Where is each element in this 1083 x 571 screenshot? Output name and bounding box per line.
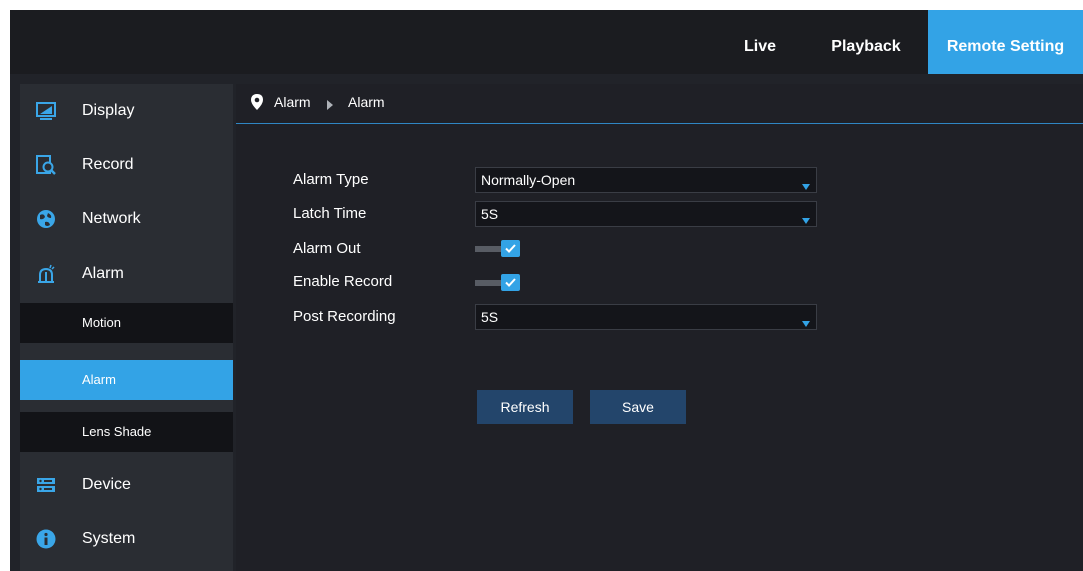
latch-time-value: 5S [481,206,499,222]
sidebar-item-display[interactable]: Display [20,84,233,138]
breadcrumb: Alarm Alarm [236,84,1083,124]
save-button[interactable]: Save [590,390,686,424]
check-icon [501,274,520,291]
location-pin-icon [250,94,264,110]
latch-time-label: Latch Time [293,205,367,222]
caret-down-icon [802,314,810,327]
post-recording-select[interactable]: 5S [475,304,817,330]
breadcrumb-item: Alarm [348,94,385,110]
caret-down-icon [802,211,810,224]
sidebar-item-record[interactable]: Record [20,138,233,192]
sidebar: Display Record Network Alarm Motion Alar… [20,84,233,571]
sidebar-item-label: System [82,530,136,547]
chevron-right-icon [326,97,334,110]
alarm-siren-icon [36,264,56,284]
enable-record-label: Enable Record [293,273,393,290]
sidebar-subitem-lens-shade[interactable]: Lens Shade [20,412,233,452]
tab-playback[interactable]: Playback [816,10,916,74]
alarm-out-toggle[interactable] [475,240,531,258]
sidebar-item-device[interactable]: Device [20,458,233,512]
sidebar-item-alarm[interactable]: Alarm [20,247,233,301]
info-icon [36,529,56,549]
sidebar-subitem-motion[interactable]: Motion [20,303,233,343]
sidebar-subitem-label: Alarm [82,372,116,387]
tab-remote-setting[interactable]: Remote Setting [928,10,1083,74]
sidebar-subitem-label: Motion [82,315,122,330]
top-nav-bar: Live Playback Remote Setting [10,10,1083,74]
post-recording-value: 5S [481,309,499,325]
sidebar-subitem-label: Lens Shade [82,424,152,439]
sidebar-subitem-alarm[interactable]: Alarm [20,360,233,400]
monitor-icon [36,101,56,121]
sidebar-item-label: Network [82,210,141,227]
caret-down-icon [802,177,810,190]
record-search-icon [36,155,56,175]
main-panel: Alarm Alarm Alarm Type Normally-Open Lat… [236,84,1083,571]
check-icon [501,240,520,257]
sidebar-item-network[interactable]: Network [20,192,233,246]
latch-time-select[interactable]: 5S [475,201,817,227]
breadcrumb-item[interactable]: Alarm [274,84,311,120]
enable-record-toggle[interactable] [475,274,531,292]
sidebar-item-system[interactable]: System [20,512,233,566]
globe-icon [36,209,56,229]
sidebar-item-label: Device [82,476,131,493]
sidebar-item-label: Record [82,156,134,173]
alarm-type-value: Normally-Open [481,172,576,188]
tab-live[interactable]: Live [732,10,788,74]
alarm-type-label: Alarm Type [293,171,369,188]
refresh-button[interactable]: Refresh [477,390,573,424]
alarm-out-label: Alarm Out [293,240,361,257]
app-window: Live Playback Remote Setting Display Rec… [10,10,1083,571]
alarm-type-select[interactable]: Normally-Open [475,167,817,193]
sidebar-item-label: Display [82,102,135,119]
sidebar-item-label: Alarm [82,265,124,282]
storage-device-icon [36,475,56,495]
post-recording-label: Post Recording [293,308,396,325]
